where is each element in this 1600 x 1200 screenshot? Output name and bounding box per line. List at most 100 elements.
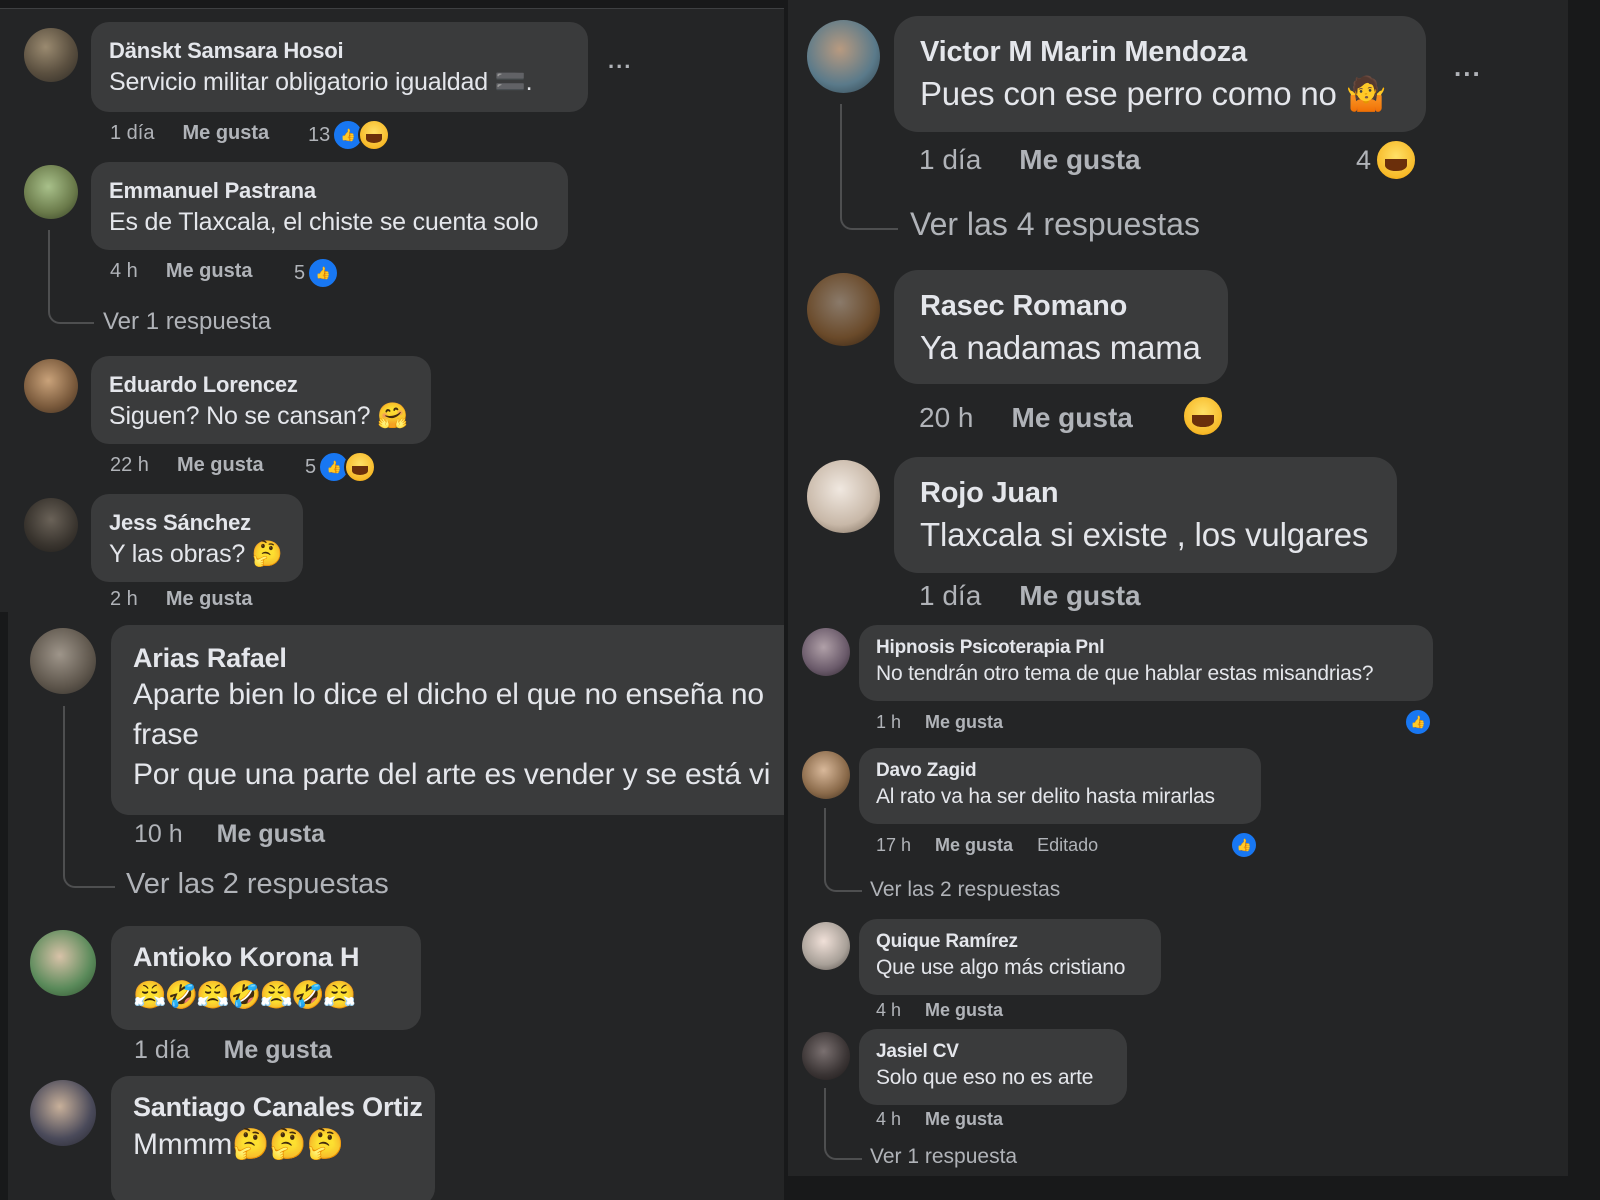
comment-author[interactable]: Antioko Korona H [133,942,403,973]
edited-label: Editado [1037,835,1099,855]
like-button[interactable]: Me gusta [1019,580,1140,612]
avatar[interactable] [30,1080,96,1146]
comment-bubble: Arias Rafael Aparte bien lo dice el dich… [111,625,784,815]
like-button[interactable]: Me gusta [925,1109,1003,1130]
avatar[interactable] [802,751,850,799]
comment-author[interactable]: Santiago Canales Ortiz [133,1092,423,1123]
comment-meta: 1 h Me gusta [876,712,1031,733]
like-button[interactable]: Me gusta [925,1000,1003,1021]
comment-meta: 4 h Me gusta [876,1000,1031,1021]
reaction-summary[interactable]: 13 👍 [308,119,391,151]
comment-time[interactable]: 22 h [110,454,149,477]
laughing-face-icon [1182,395,1224,437]
comment-bubble: Santiago Canales Ortiz Mmmm🤔🤔🤔 [111,1076,435,1200]
view-replies-link[interactable]: Ver las 4 respuestas [910,206,1200,243]
view-replies-link[interactable]: Ver las 2 respuestas [870,878,1060,902]
comment-meta: 22 h Me gusta [110,454,292,477]
comment-author[interactable]: Jasiel CV [876,1041,1109,1063]
comment-meta: 17 h Me gusta Editado [876,835,1126,856]
reaction-summary[interactable]: 5 👍 [305,451,377,483]
avatar[interactable] [30,628,96,694]
reply-thread-line [840,104,898,230]
comment-time[interactable]: 1 día [919,144,981,176]
comment-meta: 1 día Me gusta [110,122,297,145]
reply-thread-line [824,1088,862,1160]
comment-time[interactable]: 2 h [110,588,138,611]
comment-text: Servicio militar obligatorio igualdad 🟰. [109,68,533,96]
comment-author[interactable]: Eduardo Lorencez [109,372,413,398]
comment-time[interactable]: 1 día [110,122,154,145]
comment-author[interactable]: Emmanuel Pastrana [109,178,550,204]
comment-bubble: Rojo Juan Tlaxcala si existe , los vulga… [894,457,1397,573]
avatar[interactable] [802,1032,850,1080]
comment-time[interactable]: 4 h [876,1000,901,1021]
view-replies-link[interactable]: Ver 1 respuesta [870,1145,1017,1169]
avatar[interactable] [24,28,78,82]
comment-author[interactable]: Victor M Marin Mendoza [920,36,1408,69]
reaction-count: 13 [308,123,331,146]
comment-time[interactable]: 20 h [919,402,974,434]
avatar[interactable] [807,20,880,93]
comment-text: Que use algo más cristiano [876,956,1126,979]
avatar[interactable] [807,460,880,533]
more-options-icon[interactable]: ... [1454,52,1482,83]
comment-time[interactable]: 1 día [134,1036,190,1065]
avatar[interactable] [807,273,880,346]
reply-thread-line [63,706,115,888]
comment-author[interactable]: Dänskt Samsara Hosoi [109,38,570,64]
like-button[interactable]: Me gusta [166,260,253,283]
avatar[interactable] [802,922,850,970]
like-button[interactable]: Me gusta [224,1036,332,1065]
like-button[interactable]: Me gusta [182,122,269,145]
avatar[interactable] [24,498,78,552]
comment-author[interactable]: Jess Sánchez [109,510,285,536]
reaction-count: 5 [305,455,317,478]
avatar[interactable] [24,165,78,219]
laughing-face-icon [358,119,391,151]
comment-text: Siguen? No se cansan? 🤗 [109,402,408,430]
comment-time[interactable]: 17 h [876,835,911,856]
comment-author[interactable]: Quique Ramírez [876,931,1143,953]
comment-bubble: Quique Ramírez Que use algo más cristian… [859,919,1161,995]
comment-time[interactable]: 1 h [876,712,901,733]
comment-time[interactable]: 4 h [876,1109,901,1130]
like-button[interactable]: Me gusta [925,712,1003,733]
laughing-face-icon [344,451,377,483]
reaction-count: 4 [1356,144,1372,175]
reaction-summary[interactable]: 4 [1356,139,1418,181]
comments-panel-right-bottom: Hipnosis Psicoterapia Pnl No tendrán otr… [788,612,1568,1176]
comment-time[interactable]: 1 día [919,580,981,612]
comment-bubble: Victor M Marin Mendoza Pues con ese perr… [894,16,1426,132]
thumbs-up-icon: 👍 [307,257,340,289]
avatar[interactable] [802,628,850,676]
comment-author[interactable]: Davo Zagid [876,760,1243,782]
panel-top-divider [0,8,784,9]
comment-author[interactable]: Rasec Romano [920,290,1210,323]
comment-time[interactable]: 4 h [110,260,138,283]
comment-text: Tlaxcala si existe , los vulgares [920,516,1369,553]
more-options-icon[interactable]: ... [608,48,632,74]
reaction-summary[interactable] [1182,395,1224,437]
comment-time[interactable]: 10 h [134,820,183,849]
avatar[interactable] [24,359,78,413]
like-button[interactable]: Me gusta [1019,144,1140,176]
like-button[interactable]: Me gusta [935,835,1013,856]
comment-text: Es de Tlaxcala, el chiste se cuenta solo [109,208,539,236]
reaction-summary[interactable]: 👍 [1404,708,1432,736]
reaction-summary[interactable]: 5 👍 [294,257,340,289]
comment-text: Al rato va ha ser delito hasta mirarlas [876,785,1215,808]
comment-author[interactable]: Arias Rafael [133,643,784,674]
like-button[interactable]: Me gusta [1012,402,1133,434]
like-button[interactable]: Me gusta [166,588,253,611]
comment-meta: 1 día Me gusta [134,1036,360,1065]
avatar[interactable] [30,930,96,996]
comment-author[interactable]: Hipnosis Psicoterapia Pnl [876,637,1415,659]
comment-text-line: Por que una parte del arte es vender y s… [133,758,771,791]
like-button[interactable]: Me gusta [217,820,325,849]
like-button[interactable]: Me gusta [177,454,264,477]
view-replies-link[interactable]: Ver las 2 respuestas [126,868,389,901]
comment-author[interactable]: Rojo Juan [920,477,1379,510]
view-replies-link[interactable]: Ver 1 respuesta [103,308,271,336]
reaction-summary[interactable]: 👍 [1230,831,1258,859]
thumbs-up-icon: 👍 [1230,831,1258,859]
